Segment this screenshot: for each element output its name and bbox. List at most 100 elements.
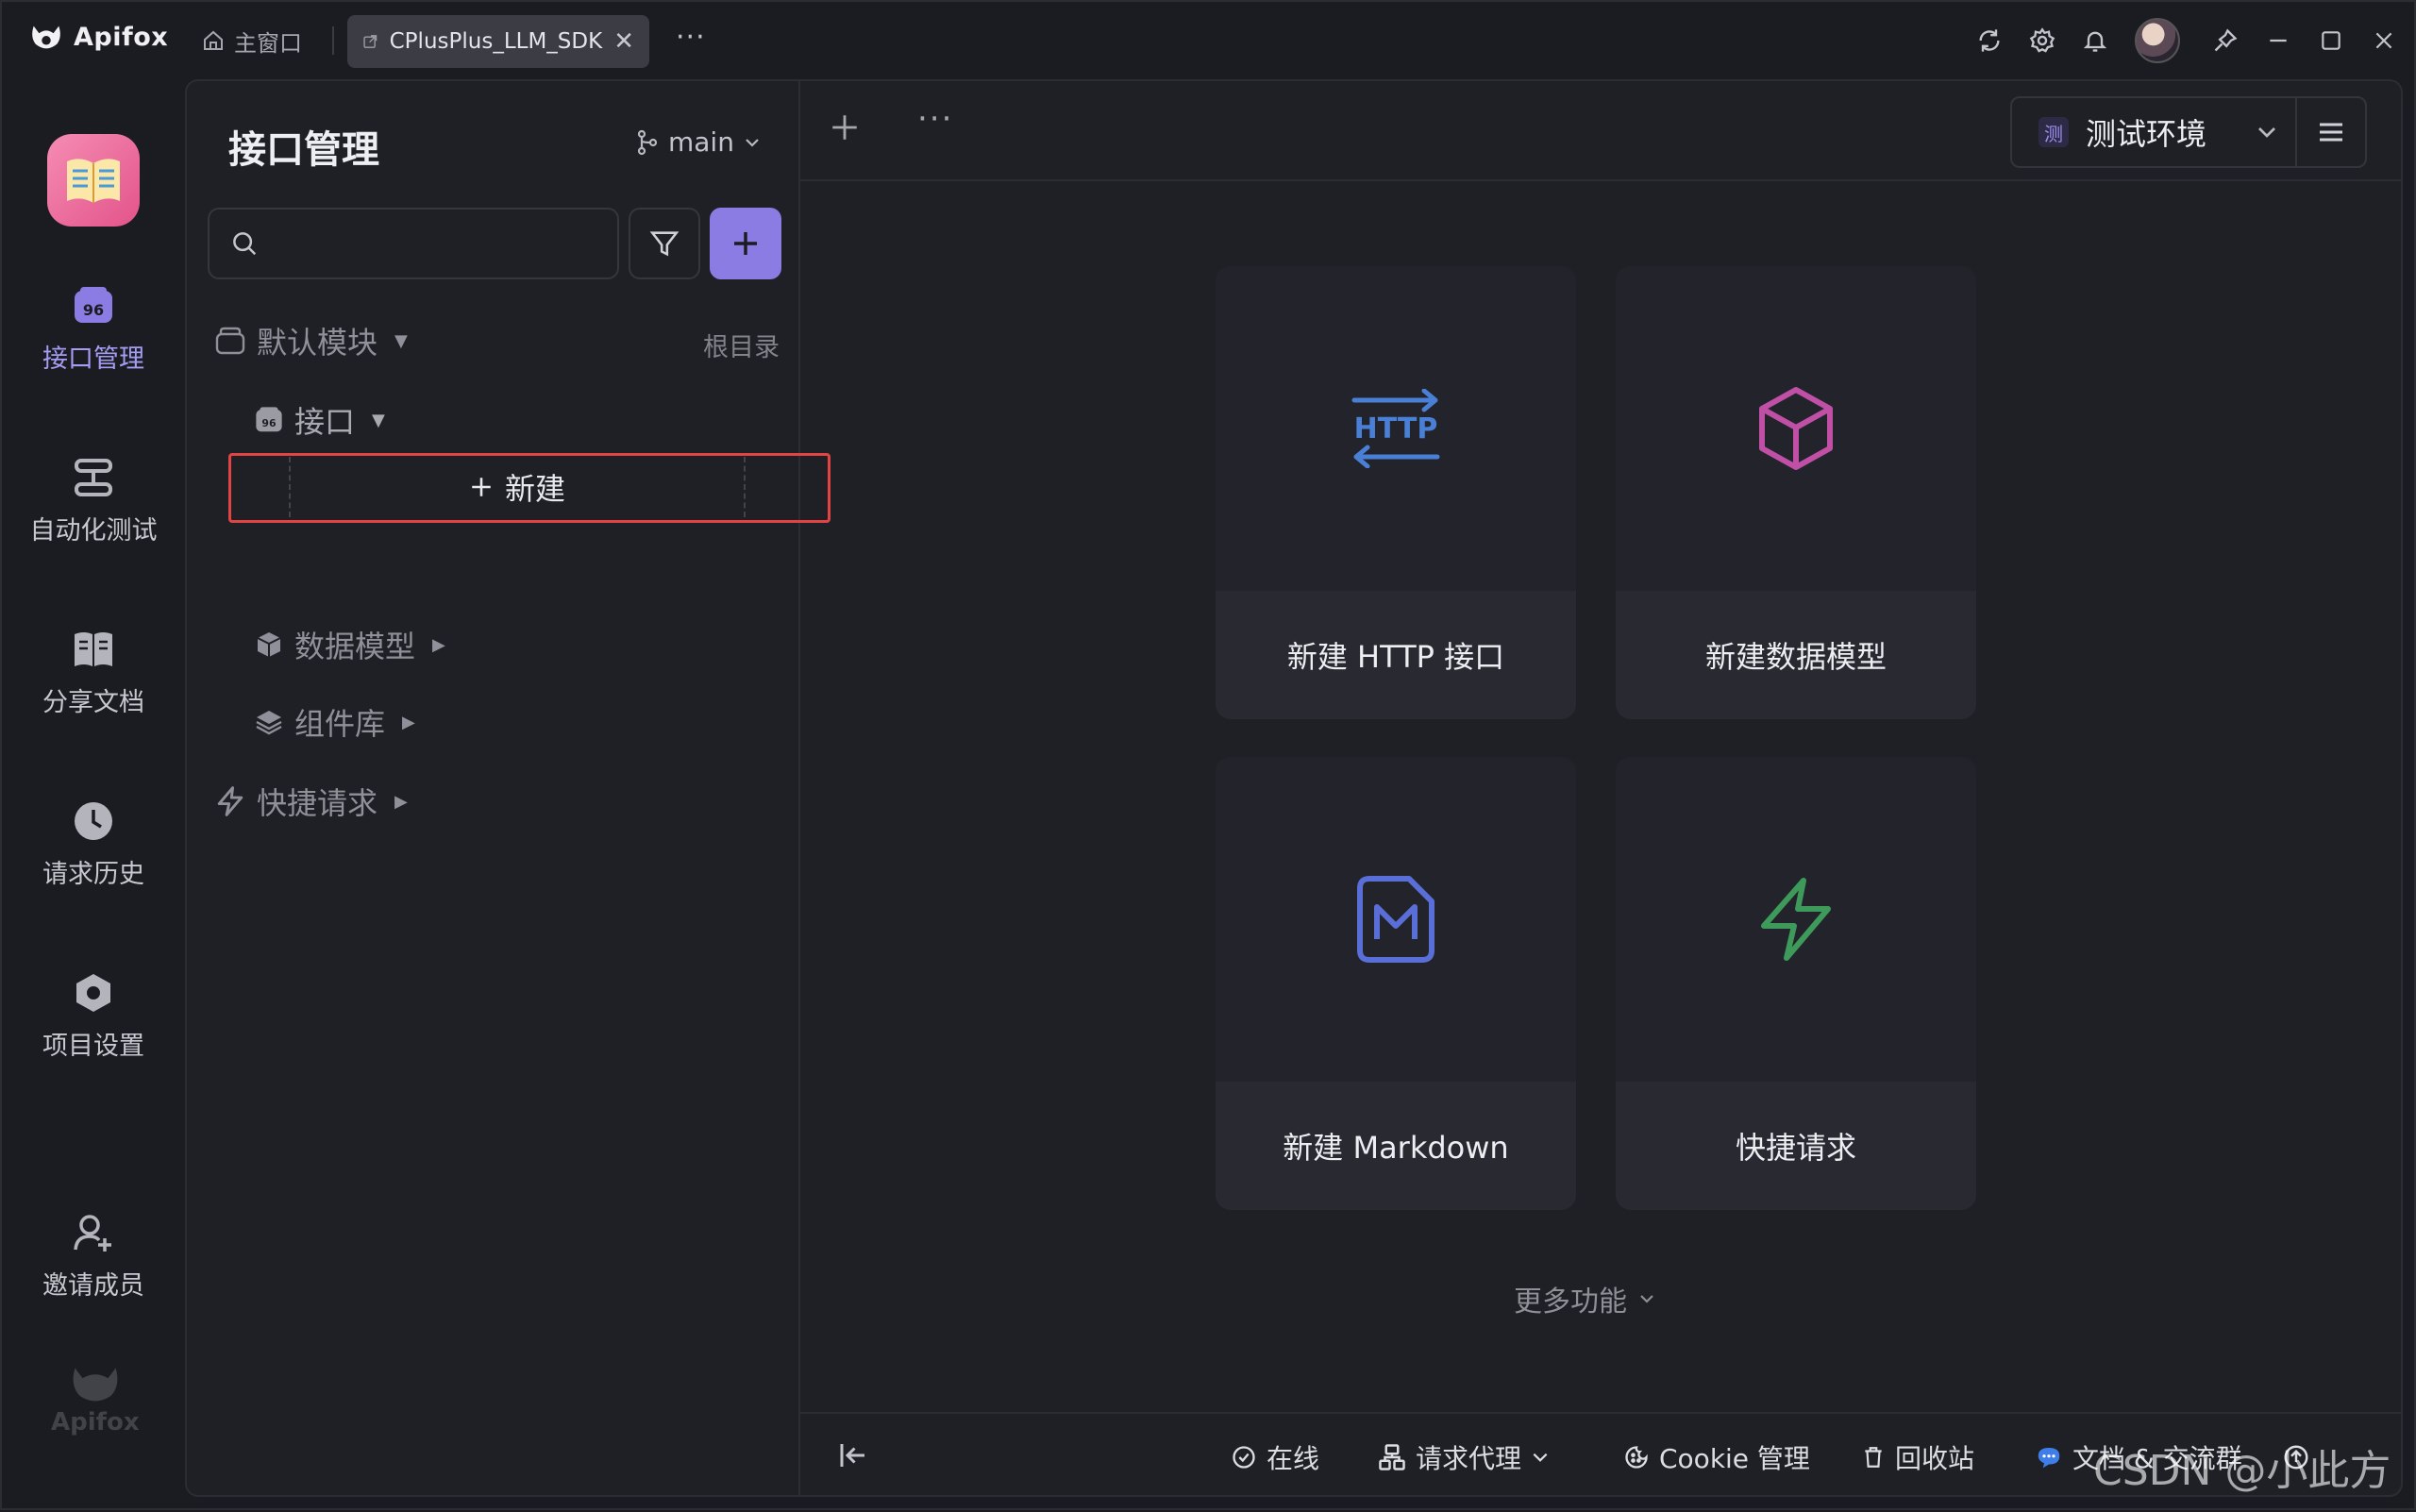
- proxy-icon: [1379, 1444, 1405, 1470]
- caret-right-icon[interactable]: ▶: [402, 713, 415, 732]
- tree-item-data-model[interactable]: 数据模型 ▶: [255, 623, 445, 666]
- git-branch-icon: [637, 129, 658, 155]
- rail-item-automation[interactable]: 自动化测试: [2, 457, 185, 546]
- environment-badge: 测: [2038, 117, 2069, 147]
- apifox-logo-icon: [73, 1368, 118, 1402]
- more-button[interactable]: ···: [917, 100, 953, 138]
- tree-item-label: 默认模块: [257, 325, 378, 361]
- chevron-down-icon: [1533, 1453, 1548, 1462]
- card-new-http[interactable]: HTTP 新建 HTTP 接口: [1216, 266, 1576, 719]
- module-icon: [215, 327, 245, 355]
- branch-selector[interactable]: main: [636, 126, 761, 158]
- caret-down-icon[interactable]: ▼: [394, 331, 408, 351]
- card-quick-request[interactable]: 快捷请求: [1616, 757, 1976, 1210]
- caret-right-icon[interactable]: ▶: [394, 792, 408, 812]
- rail-item-invite[interactable]: 邀请成员: [2, 1212, 185, 1302]
- tab-project[interactable]: CPlusPlus_LLM_SDK ✕: [347, 15, 649, 68]
- card-label: 新建 HTTP 接口: [1216, 591, 1576, 719]
- collapse-left-icon: [840, 1444, 864, 1467]
- markdown-icon: [1357, 876, 1434, 963]
- recycle-bin[interactable]: 回收站: [1861, 1435, 1974, 1480]
- api-sidebar: 接口管理 main 默认模块 ▼ 96 接口 ▼ 根目录 新建 数据模型 ▶ 组…: [187, 81, 830, 1495]
- online-status[interactable]: 在线: [1231, 1435, 1319, 1480]
- settings-hex-icon: [76, 974, 110, 1012]
- svg-text:96: 96: [83, 301, 104, 319]
- proxy-selector[interactable]: 请求代理: [1378, 1435, 1550, 1480]
- environment-selector[interactable]: 测 测试环境: [2010, 96, 2297, 168]
- tree-item-interfaces[interactable]: 96 接口 ▼: [255, 398, 385, 442]
- more-features-toggle[interactable]: 更多功能: [1514, 1278, 1655, 1319]
- new-item-button[interactable]: 新建: [289, 457, 746, 517]
- window-close-icon[interactable]: [2357, 2, 2410, 79]
- branch-name: main: [668, 126, 734, 158]
- footer-brand: Apifox: [51, 1363, 140, 1436]
- card-icon-area: [1216, 757, 1576, 1082]
- rail-label: 自动化测试: [29, 516, 158, 546]
- tab-separator: [332, 26, 334, 55]
- home-icon: [204, 30, 223, 50]
- tree-item-quick-request[interactable]: 快捷请求 ▶: [215, 780, 408, 823]
- svg-text:96: 96: [261, 417, 276, 429]
- filter-button[interactable]: [629, 208, 700, 279]
- rail-label: 邀请成员: [42, 1271, 144, 1301]
- layers-icon: [256, 711, 282, 735]
- card-icon-area: HTTP: [1216, 266, 1576, 591]
- recycle-label: 回收站: [1895, 1443, 1975, 1474]
- chevron-down-icon: [1640, 1295, 1653, 1303]
- root-directory-label: 根目录: [703, 333, 780, 362]
- close-icon[interactable]: ✕: [613, 27, 634, 56]
- plus-icon: [734, 232, 757, 255]
- tree-item-label: 数据模型: [294, 629, 416, 664]
- api-icon: 96: [75, 287, 112, 323]
- chevron-down-icon: [2258, 127, 2275, 138]
- new-item-label: 新建: [504, 471, 565, 507]
- rail-label: 分享文档: [42, 688, 144, 717]
- card-new-markdown[interactable]: 新建 Markdown: [1216, 757, 1576, 1210]
- minimize-icon[interactable]: [2252, 2, 2305, 79]
- left-rail: 96 接口管理 自动化测试 分享文档 请求历史 项目设置 邀请成员 Apifox: [2, 79, 185, 1512]
- search-box[interactable]: [208, 208, 619, 279]
- plus-icon: [832, 115, 857, 140]
- search-input[interactable]: [272, 230, 596, 257]
- page-title: 接口管理: [228, 128, 379, 172]
- svg-text:HTTP: HTTP: [1354, 412, 1438, 445]
- collapse-sidebar-button[interactable]: [836, 1438, 870, 1476]
- clock-icon: [75, 802, 112, 840]
- card-new-data-model[interactable]: 新建数据模型: [1616, 266, 1976, 719]
- tree-item-default-module[interactable]: 默认模块 ▼: [215, 319, 408, 362]
- caret-down-icon[interactable]: ▼: [372, 411, 385, 430]
- new-tab-button[interactable]: [829, 106, 861, 154]
- maximize-icon[interactable]: [2305, 2, 2357, 79]
- hamburger-menu-button[interactable]: [2295, 96, 2367, 168]
- rail-item-project-settings[interactable]: 项目设置: [2, 972, 185, 1062]
- tree-item-components[interactable]: 组件库 ▶: [255, 700, 415, 744]
- rail-item-api[interactable]: 96 接口管理: [2, 285, 185, 375]
- lightning-icon: [1761, 878, 1831, 961]
- trash-icon: [1865, 1447, 1882, 1468]
- pin-icon[interactable]: [2199, 2, 2252, 79]
- sync-icon[interactable]: [1963, 2, 2016, 79]
- tab-home-label: 主窗口: [234, 29, 302, 57]
- cookie-manager[interactable]: Cookie 管理: [1623, 1435, 1810, 1480]
- avatar[interactable]: [2135, 18, 2180, 63]
- rail-label: 接口管理: [42, 344, 144, 374]
- more-features-label: 更多功能: [1514, 1285, 1627, 1319]
- caret-right-icon[interactable]: ▶: [432, 635, 445, 655]
- rail-item-history[interactable]: 请求历史: [2, 800, 185, 890]
- gear-icon[interactable]: [2016, 2, 2069, 79]
- tab-home[interactable]: 主窗口: [202, 21, 302, 60]
- project-logo[interactable]: [47, 134, 140, 227]
- search-icon: [233, 232, 257, 256]
- rail-item-share-docs[interactable]: 分享文档: [2, 629, 185, 718]
- http-icon: HTTP: [1351, 389, 1440, 468]
- proxy-label: 请求代理: [1416, 1443, 1522, 1474]
- footer-brand-text: Apifox: [51, 1408, 140, 1436]
- chat-icon: [2038, 1448, 2060, 1469]
- external-link-icon: [363, 35, 378, 48]
- app-brand: Apifox: [28, 19, 168, 55]
- tree-item-label: 接口: [294, 404, 356, 440]
- tab-project-label: CPlusPlus_LLM_SDK: [389, 29, 603, 54]
- more-tabs-button[interactable]: ···: [676, 21, 706, 54]
- add-button[interactable]: [710, 208, 781, 279]
- bell-icon[interactable]: [2069, 2, 2122, 79]
